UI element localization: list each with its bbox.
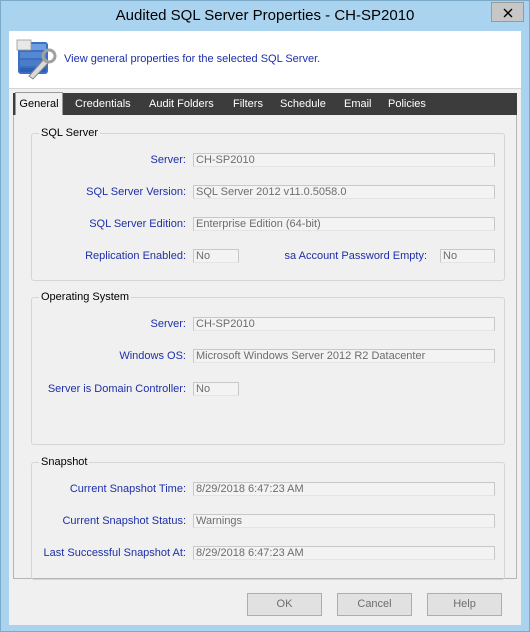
current-snapshot-status-label: Current Snapshot Status:	[62, 515, 186, 527]
last-successful-snapshot-field[interactable]: 8/29/2018 6:47:23 AM	[193, 546, 495, 560]
snapshot-group: Snapshot Current Snapshot Time: 8/29/201…	[31, 456, 505, 580]
current-snapshot-time-label: Current Snapshot Time:	[69, 483, 186, 495]
dialog-window: Audited SQL Server Properties - CH-SP201…	[0, 0, 530, 632]
domain-controller-label: Server is Domain Controller:	[47, 383, 186, 395]
sa-password-empty-label: sa Account Password Empty:	[284, 250, 427, 262]
windows-os-field[interactable]: Microsoft Windows Server 2012 R2 Datacen…	[193, 349, 495, 363]
server-field[interactable]: CH-SP2010	[193, 153, 495, 167]
domain-controller-field[interactable]: No	[193, 382, 239, 396]
help-button[interactable]: Help	[427, 593, 502, 616]
sql-server-group-title: SQL Server	[39, 127, 101, 139]
tab-general[interactable]: General	[15, 92, 63, 116]
sql-version-field[interactable]: SQL Server 2012 v11.0.5058.0	[193, 185, 495, 199]
operating-system-group-title: Operating System	[39, 291, 132, 303]
dialog-client-area: View general properties for the selected…	[9, 31, 521, 625]
snapshot-group-title: Snapshot	[39, 456, 90, 468]
header-banner: View general properties for the selected…	[9, 31, 521, 89]
close-icon	[503, 8, 513, 18]
os-server-label: Server:	[150, 318, 186, 330]
tab-policies[interactable]: Policies	[388, 93, 426, 115]
database-wrench-icon	[16, 39, 57, 80]
sql-edition-label: SQL Server Edition:	[89, 218, 186, 230]
tab-bar: General Credentials Audit Folders Filter…	[13, 92, 517, 116]
server-label: Server:	[150, 154, 186, 166]
window-title: Audited SQL Server Properties - CH-SP201…	[115, 7, 415, 24]
replication-enabled-label: Replication Enabled:	[85, 250, 186, 262]
tab-schedule[interactable]: Schedule	[280, 93, 326, 115]
cancel-button[interactable]: Cancel	[337, 593, 412, 616]
sql-version-label: SQL Server Version:	[86, 186, 186, 198]
close-button[interactable]	[491, 2, 524, 22]
tab-email[interactable]: Email	[344, 93, 372, 115]
current-snapshot-status-field[interactable]: Warnings	[193, 514, 495, 528]
tab-credentials[interactable]: Credentials	[75, 93, 131, 115]
operating-system-group: Operating System Server: CH-SP2010 Windo…	[31, 291, 505, 445]
tab-filters[interactable]: Filters	[233, 93, 263, 115]
os-server-field[interactable]: CH-SP2010	[193, 317, 495, 331]
ok-button[interactable]: OK	[247, 593, 322, 616]
sa-password-empty-field[interactable]: No	[440, 249, 495, 263]
header-description: View general properties for the selected…	[64, 53, 321, 65]
current-snapshot-time-field[interactable]: 8/29/2018 6:47:23 AM	[193, 482, 495, 496]
last-successful-snapshot-label: Last Successful Snapshot At:	[43, 547, 186, 559]
replication-enabled-field[interactable]: No	[193, 249, 239, 263]
windows-os-label: Windows OS:	[119, 350, 186, 362]
sql-edition-field[interactable]: Enterprise Edition (64-bit)	[193, 217, 495, 231]
general-tab-panel: SQL Server Server: CH-SP2010 SQL Server …	[13, 115, 517, 580]
tab-audit-folders[interactable]: Audit Folders	[149, 93, 214, 115]
title-bar[interactable]: Audited SQL Server Properties - CH-SP201…	[1, 1, 529, 31]
sql-server-group: SQL Server Server: CH-SP2010 SQL Server …	[31, 127, 505, 281]
